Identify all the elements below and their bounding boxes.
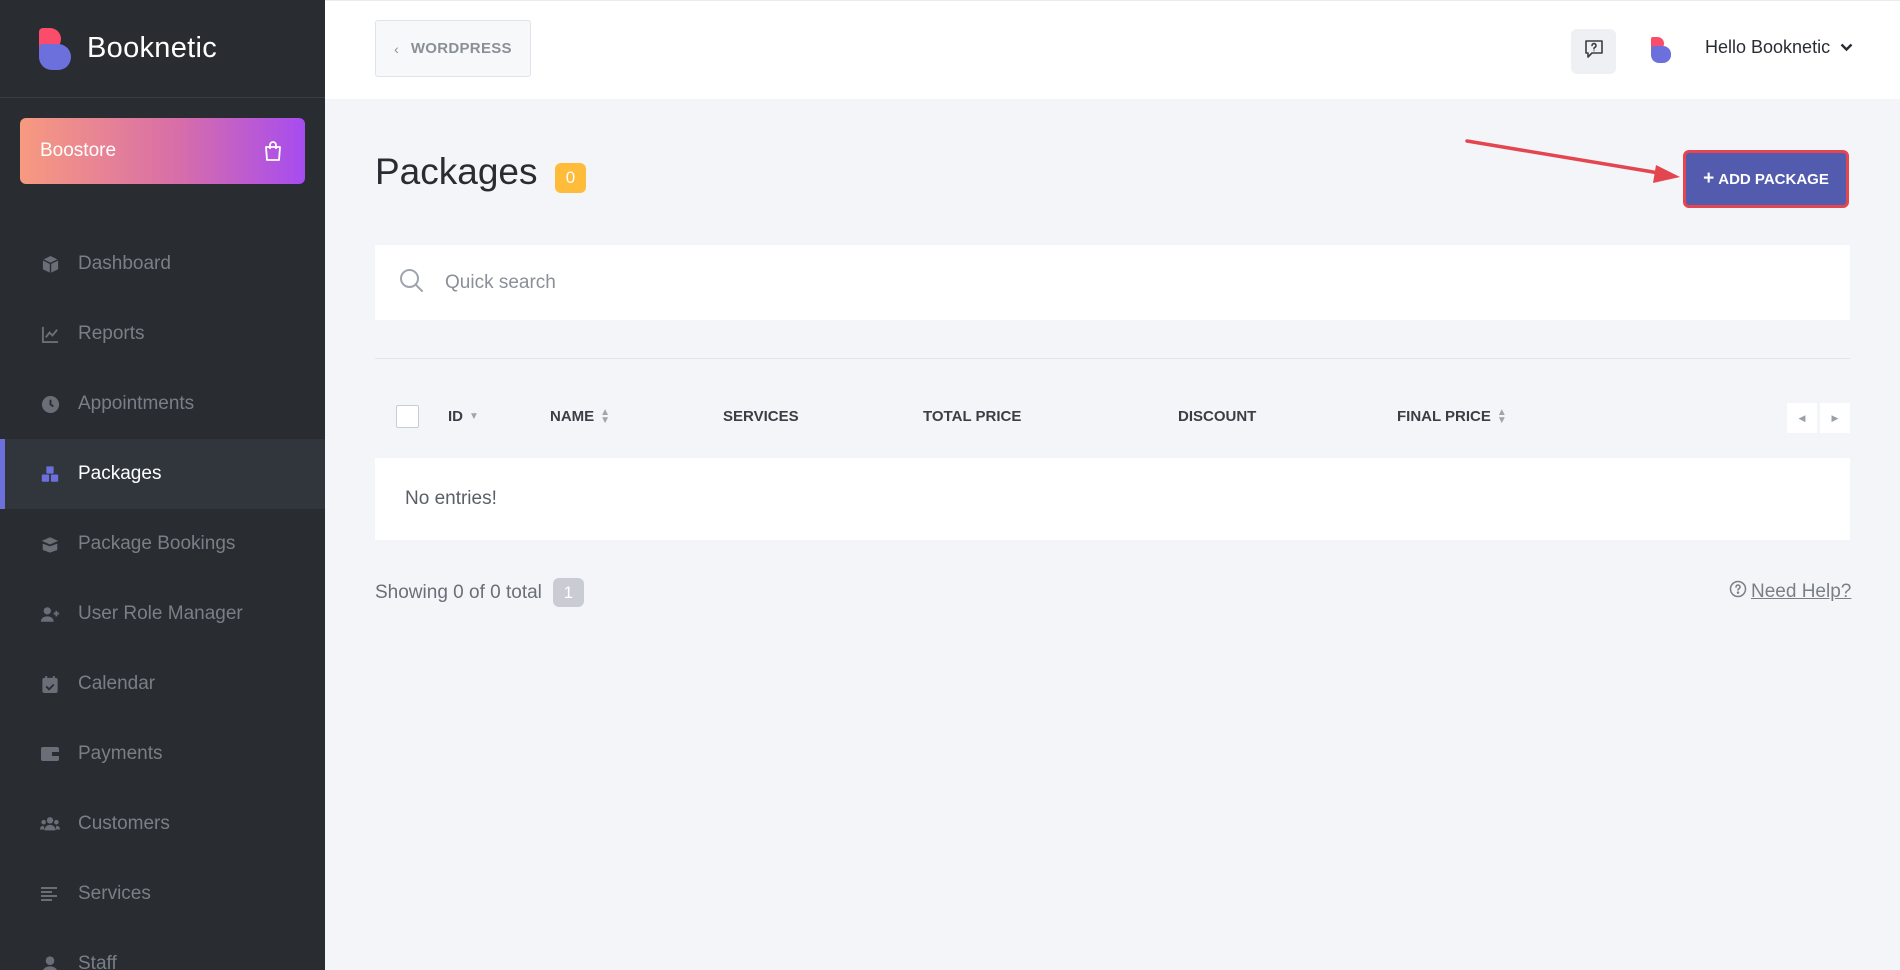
calendar-check-icon (40, 674, 60, 694)
column-label: NAME (550, 408, 595, 425)
search-bar (375, 245, 1850, 320)
sort-icon: ▲ ▼ (1496, 406, 1507, 426)
top-bar: ‹ WORDPRESS Hello Booknetic (325, 0, 1900, 99)
plus-icon: + (1703, 168, 1715, 189)
table-header: ID ▼ NAME ▲ ▼ SERVICES TOTAL PRICE DISCOU… (375, 400, 1850, 436)
sidebar-item-label: Customers (78, 813, 170, 834)
column-header-id[interactable]: ID ▼ (448, 408, 479, 425)
booknetic-logo (39, 27, 73, 70)
shopping-bag-icon (261, 139, 285, 163)
sidebar-item-staff[interactable]: Staff (0, 929, 325, 970)
add-package-button[interactable]: + ADD PACKAGE (1683, 150, 1849, 208)
column-header-name[interactable]: NAME ▲ ▼ (550, 406, 611, 426)
sidebar-item-customers[interactable]: Customers (0, 789, 325, 859)
sidebar-item-label: User Role Manager (78, 603, 243, 624)
brand[interactable]: Booknetic (0, 0, 325, 98)
pagination-info: Showing 0 of 0 total 1 (375, 578, 584, 607)
cube-icon (40, 254, 60, 274)
chart-line-icon (40, 324, 60, 344)
column-header-final-price[interactable]: FINAL PRICE ▲ ▼ (1397, 406, 1507, 426)
scroll-right-button[interactable]: ▶ (1820, 403, 1850, 433)
sidebar-item-calendar[interactable]: Calendar (0, 649, 325, 719)
cubes-icon (40, 464, 60, 484)
users-icon (40, 814, 60, 834)
table-scroll-controls: ◀ ▶ (1787, 403, 1850, 433)
sidebar-item-label: Payments (78, 743, 163, 764)
back-to-wordpress-label: WORDPRESS (410, 40, 512, 57)
sort-desc-icon: ▼ (469, 410, 479, 422)
search-input[interactable] (445, 271, 1825, 294)
user-greeting: Hello Booknetic (1705, 37, 1831, 57)
user-avatar[interactable] (1651, 37, 1671, 63)
sidebar-item-user-role-manager[interactable]: User Role Manager (0, 579, 325, 649)
box-open-icon (40, 534, 60, 554)
boostore-label: Boostore (40, 140, 117, 161)
sidebar-item-payments[interactable]: Payments (0, 719, 325, 789)
user-menu[interactable]: Hello Booknetic (1705, 37, 1853, 58)
chevron-left-icon: ‹ (394, 40, 399, 57)
clock-icon (40, 394, 60, 414)
boostore-button[interactable]: Boostore (20, 118, 305, 184)
list-icon (40, 884, 60, 904)
sort-icon: ▲ ▼ (600, 406, 611, 426)
scroll-left-button[interactable]: ◀ (1787, 403, 1817, 433)
column-header-total-price: TOTAL PRICE (923, 408, 1021, 425)
sidebar-item-dashboard[interactable]: Dashboard (0, 229, 325, 299)
question-circle-icon (1729, 580, 1747, 603)
add-package-label: ADD PACKAGE (1718, 170, 1829, 188)
user-icon (40, 954, 60, 970)
column-label: SERVICES (723, 408, 799, 425)
sidebar-item-label: Package Bookings (78, 533, 236, 554)
back-to-wordpress-button[interactable]: ‹ WORDPRESS (375, 20, 531, 77)
question-chat-icon (1583, 38, 1605, 65)
sidebar-item-packages[interactable]: Packages (0, 439, 325, 509)
sidebar-item-label: Staff (78, 953, 117, 970)
sidebar-item-label: Packages (78, 463, 162, 484)
sidebar-item-label: Appointments (78, 393, 195, 414)
sidebar: Booknetic Boostore Dashboard Reports App… (0, 0, 325, 970)
help-chat-button[interactable] (1571, 29, 1616, 74)
wallet-icon (40, 744, 60, 764)
sidebar-item-services[interactable]: Services (0, 859, 325, 929)
column-label: DISCOUNT (1178, 408, 1257, 425)
divider (375, 358, 1850, 359)
page-title: Packages (375, 151, 538, 192)
column-label: TOTAL PRICE (923, 408, 1022, 425)
column-label: FINAL PRICE (1397, 408, 1491, 425)
sidebar-item-reports[interactable]: Reports (0, 299, 325, 369)
sidebar-item-package-bookings[interactable]: Package Bookings (0, 509, 325, 579)
sidebar-item-label: Dashboard (78, 253, 171, 274)
need-help-link[interactable]: Need Help? (1729, 580, 1851, 603)
brand-name: Booknetic (87, 32, 218, 64)
search-icon (399, 268, 424, 298)
page-number-button[interactable]: 1 (552, 578, 584, 607)
column-label: ID (448, 408, 463, 425)
column-header-services: SERVICES (723, 408, 799, 425)
sidebar-item-label: Reports (78, 323, 145, 344)
sidebar-item-label: Calendar (78, 673, 156, 694)
column-header-discount: DISCOUNT (1178, 408, 1256, 425)
select-all-checkbox[interactable] (396, 405, 419, 428)
sidebar-menu: Dashboard Reports Appointments Packages … (0, 229, 325, 970)
chevron-down-icon (1840, 39, 1853, 57)
sidebar-item-label: Services (78, 883, 151, 904)
empty-message: No entries! (405, 488, 497, 509)
packages-count-badge: 0 (555, 163, 586, 193)
need-help-label: Need Help? (1751, 580, 1852, 602)
table-empty-row: No entries! (375, 458, 1850, 540)
user-plus-icon (40, 604, 60, 624)
showing-count: Showing 0 of 0 total (375, 581, 542, 603)
sidebar-item-appointments[interactable]: Appointments (0, 369, 325, 439)
